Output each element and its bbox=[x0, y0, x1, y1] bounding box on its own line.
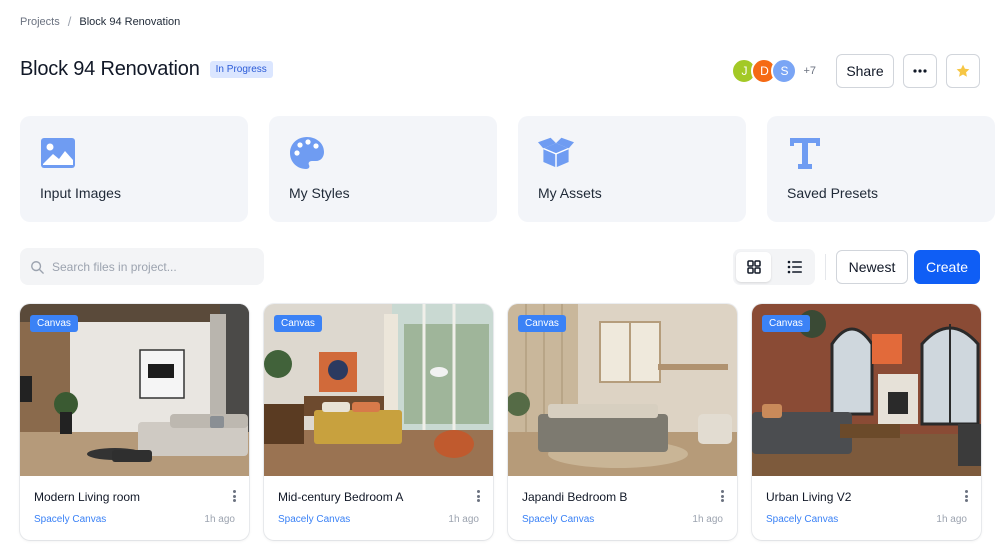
saved-presets-card[interactable]: Saved Presets bbox=[767, 116, 995, 222]
grid-view-button[interactable] bbox=[736, 252, 771, 282]
file-source: Spacely Canvas bbox=[522, 514, 595, 525]
header-actions: J D S +7 Share bbox=[731, 54, 980, 88]
file-thumbnail[interactable]: Canvas bbox=[20, 304, 249, 476]
file-thumbnail[interactable]: Canvas bbox=[508, 304, 737, 476]
kebab-menu-icon[interactable] bbox=[719, 488, 725, 504]
file-timestamp: 1h ago bbox=[692, 514, 723, 525]
search-input[interactable] bbox=[52, 259, 252, 274]
toolbar-actions: Newest Create bbox=[733, 249, 980, 285]
file-card[interactable]: Canvas Modern Living room Spacely Canvas… bbox=[20, 304, 249, 540]
file-name: Urban Living V2 bbox=[766, 490, 852, 504]
file-card[interactable]: Canvas Japandi Bedroom B Spacely Canvas … bbox=[508, 304, 737, 540]
image-icon bbox=[41, 138, 75, 168]
member-avatars[interactable]: J D S +7 bbox=[731, 58, 816, 84]
ellipsis-icon bbox=[913, 69, 927, 73]
file-type-badge: Canvas bbox=[518, 315, 566, 332]
status-badge: In Progress bbox=[209, 61, 273, 78]
avatar-initial: S bbox=[780, 64, 789, 78]
list-icon bbox=[787, 260, 802, 274]
quick-card-label: Input Images bbox=[40, 185, 121, 201]
file-thumbnail[interactable]: Canvas bbox=[264, 304, 493, 476]
box-icon bbox=[538, 137, 574, 168]
grid-icon bbox=[746, 260, 761, 274]
search-icon bbox=[31, 260, 44, 274]
file-card[interactable]: Canvas Mid-century Bedroom A Spacely Can… bbox=[264, 304, 493, 540]
sort-button[interactable]: Newest bbox=[836, 250, 908, 284]
more-options-button[interactable] bbox=[903, 54, 937, 88]
toolbar-divider bbox=[825, 254, 826, 280]
kebab-menu-icon[interactable] bbox=[963, 488, 969, 504]
title-row: Block 94 Renovation In Progress bbox=[20, 58, 273, 81]
kebab-menu-icon[interactable] bbox=[475, 488, 481, 504]
file-grid: Canvas Modern Living room Spacely Canvas… bbox=[20, 304, 981, 540]
search-field[interactable] bbox=[20, 248, 264, 285]
input-images-card[interactable]: Input Images bbox=[20, 116, 248, 222]
star-icon bbox=[956, 64, 970, 77]
breadcrumb-separator: / bbox=[67, 14, 72, 29]
my-assets-card[interactable]: My Assets bbox=[518, 116, 746, 222]
file-timestamp: 1h ago bbox=[204, 514, 235, 525]
file-type-badge: Canvas bbox=[274, 315, 322, 332]
quick-access-cards: Input Images My Styles My Assets Saved P… bbox=[20, 116, 995, 222]
file-name: Mid-century Bedroom A bbox=[278, 490, 404, 504]
quick-card-label: Saved Presets bbox=[787, 185, 879, 201]
file-card[interactable]: Canvas Urban Living V2 Spacely Canvas 1h… bbox=[752, 304, 981, 540]
kebab-menu-icon[interactable] bbox=[231, 488, 237, 504]
file-source: Spacely Canvas bbox=[766, 514, 839, 525]
palette-icon bbox=[290, 137, 324, 169]
quick-card-label: My Assets bbox=[538, 185, 602, 201]
file-timestamp: 1h ago bbox=[448, 514, 479, 525]
create-button[interactable]: Create bbox=[914, 250, 980, 284]
avatar-initial: D bbox=[760, 64, 769, 78]
avatar-initial: J bbox=[741, 64, 748, 78]
file-type-badge: Canvas bbox=[762, 315, 810, 332]
more-members-count[interactable]: +7 bbox=[803, 65, 816, 77]
file-source: Spacely Canvas bbox=[278, 514, 351, 525]
share-button[interactable]: Share bbox=[836, 54, 894, 88]
file-name: Modern Living room bbox=[34, 490, 141, 504]
quick-card-label: My Styles bbox=[289, 185, 350, 201]
breadcrumb-projects-link[interactable]: Projects bbox=[20, 16, 60, 28]
page-title: Block 94 Renovation bbox=[20, 58, 200, 80]
favorite-button[interactable] bbox=[946, 54, 980, 88]
view-toggle bbox=[733, 249, 815, 285]
list-view-button[interactable] bbox=[777, 252, 812, 282]
file-type-badge: Canvas bbox=[30, 315, 78, 332]
breadcrumb: Projects / Block 94 Renovation bbox=[20, 14, 180, 29]
file-timestamp: 1h ago bbox=[936, 514, 967, 525]
file-name: Japandi Bedroom B bbox=[522, 490, 628, 504]
file-source: Spacely Canvas bbox=[34, 514, 107, 525]
my-styles-card[interactable]: My Styles bbox=[269, 116, 497, 222]
avatar[interactable]: S bbox=[771, 58, 798, 84]
file-thumbnail[interactable]: Canvas bbox=[752, 304, 981, 476]
breadcrumb-current: Block 94 Renovation bbox=[79, 15, 181, 28]
text-icon bbox=[790, 138, 820, 169]
